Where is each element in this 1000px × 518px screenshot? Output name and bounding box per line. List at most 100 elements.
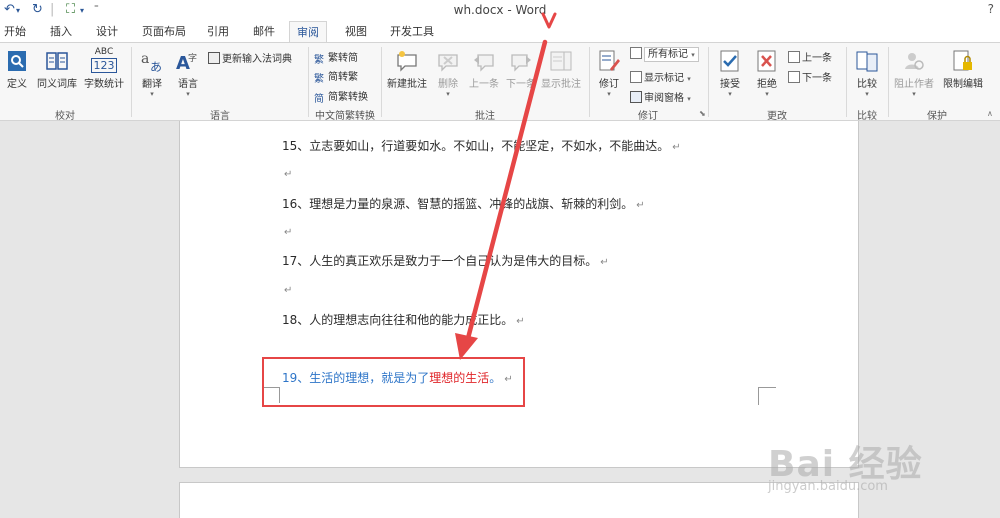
- abc-text: ABC: [94, 47, 114, 57]
- new-comment-button[interactable]: 新建批注: [384, 49, 430, 90]
- prev-comment-label: 上一条: [469, 79, 499, 90]
- tab-home[interactable]: 开始: [4, 23, 26, 39]
- margin-corner-right: [758, 387, 776, 405]
- word-count-icon: ABC 123: [91, 47, 117, 75]
- translate-button[interactable]: aあ 翻译 ▾: [136, 49, 168, 98]
- thesaurus-label: 同义词库: [37, 79, 77, 90]
- empty-paragraph-mark[interactable]: ↵: [284, 169, 292, 180]
- empty-paragraph-mark[interactable]: ↵: [284, 227, 292, 238]
- svg-text:あ: あ: [150, 60, 162, 73]
- ribbon: 定义 同义词库 ABC 123 字数统计 校对 aあ 翻译 ▾ A字 语言 ▾ …: [0, 42, 1000, 122]
- group-label-proofing: 校对: [55, 111, 75, 122]
- num-text: 123: [91, 58, 117, 73]
- next-comment-button[interactable]: 下一条: [503, 49, 539, 90]
- language-label: 语言: [178, 79, 198, 90]
- to-traditional-label: 繁转简: [328, 53, 358, 64]
- prev-change-button[interactable]: 上一条: [788, 49, 832, 64]
- empty-paragraph-mark[interactable]: ↵: [284, 285, 292, 296]
- review-pane-button[interactable]: 审阅窗格 ▾: [630, 89, 691, 104]
- prev-comment-button[interactable]: 上一条: [466, 49, 502, 90]
- accept-label: 接受: [720, 79, 740, 90]
- reject-icon: [757, 50, 776, 72]
- restrict-editing-button[interactable]: 限制编辑: [938, 49, 988, 90]
- accept-button[interactable]: 接受 ▾: [713, 49, 747, 98]
- convert-button[interactable]: 简简繁转换: [314, 88, 368, 106]
- next-change-label: 下一条: [802, 73, 832, 84]
- reject-dropdown-icon: ▾: [765, 90, 769, 98]
- paragraph-17[interactable]: 17、人生的真正欢乐是致力于一个自己认为是伟大的目标。 ↵: [282, 252, 609, 269]
- baidu-watermark: Bai 经验 jingyan.baidu.com: [764, 433, 994, 513]
- markup-combo-value: 所有标记: [648, 49, 688, 60]
- paragraph-15[interactable]: 15、立志要如山，行道要如水。不如山，不能坚定，不如水，不能曲达。 ↵: [282, 137, 681, 154]
- tab-insert[interactable]: 插入: [50, 23, 72, 39]
- help-button[interactable]: ?: [988, 2, 994, 16]
- block-authors-label: 阻止作者: [894, 79, 934, 90]
- next-change-button[interactable]: 下一条: [788, 69, 832, 84]
- update-ime-button[interactable]: 更新输入法词典: [208, 50, 292, 65]
- lock-icon: [953, 50, 972, 71]
- to-simplified-button[interactable]: 繁简转繁: [314, 68, 358, 86]
- show-comments-button[interactable]: 显示批注: [539, 49, 583, 90]
- define-button[interactable]: 定义: [3, 49, 31, 90]
- paragraph-18-text: 18、人的理想志向往往和他的能力成正比。: [282, 313, 514, 327]
- svg-text:a: a: [141, 51, 149, 67]
- group-label-changes: 更改: [767, 111, 787, 122]
- to-traditional-button[interactable]: 繁繁转简: [314, 49, 358, 67]
- show-comments-label: 显示批注: [541, 79, 581, 90]
- thesaurus-icon: [46, 52, 68, 70]
- language-button[interactable]: A字 语言 ▾: [172, 49, 204, 98]
- tracking-options-icon[interactable]: ⬊: [699, 109, 706, 118]
- block-dropdown-icon: ▾: [912, 90, 916, 98]
- convert-label: 简繁转换: [328, 92, 368, 103]
- prev-change-icon: [788, 51, 800, 63]
- show-markup-button[interactable]: 显示标记 ▾: [630, 69, 691, 84]
- track-changes-label: 修订: [599, 79, 619, 90]
- group-label-chinese: 中文简繁转换: [315, 111, 375, 122]
- next-page[interactable]: [179, 482, 859, 518]
- tab-view[interactable]: 视图: [345, 23, 367, 39]
- language-icon: A字: [176, 52, 197, 73]
- delete-comment-icon: [438, 54, 458, 72]
- tab-developer[interactable]: 开发工具: [390, 23, 434, 39]
- track-changes-button[interactable]: 修订 ▾: [594, 49, 624, 98]
- to-simplified-label: 简转繁: [328, 72, 358, 83]
- compare-button[interactable]: 比较 ▾: [850, 49, 884, 98]
- restrict-editing-label: 限制编辑: [943, 79, 983, 90]
- collapse-ribbon-icon[interactable]: ∧: [987, 109, 993, 118]
- compare-dropdown-icon: ▾: [865, 90, 869, 98]
- review-pane-icon: [630, 91, 642, 103]
- convert-icon: 简: [314, 94, 324, 105]
- tab-design[interactable]: 设计: [96, 23, 118, 39]
- paragraph-18[interactable]: 18、人的理想志向往往和他的能力成正比。 ↵: [282, 311, 525, 328]
- reject-button[interactable]: 拒绝 ▾: [750, 49, 784, 98]
- block-authors-button[interactable]: 阻止作者 ▾: [891, 49, 937, 98]
- prev-comment-icon: [474, 54, 494, 72]
- svg-text:字: 字: [188, 52, 197, 64]
- tab-mailings[interactable]: 邮件: [253, 23, 275, 39]
- paragraph-16-text: 16、理想是力量的泉源、智慧的摇篮、冲锋的战旗、斩棘的利剑。: [282, 197, 634, 211]
- paragraph-mark: ↵: [516, 316, 525, 327]
- delete-comment-button[interactable]: 删除 ▾: [432, 49, 464, 98]
- tab-review[interactable]: 审阅: [289, 21, 327, 43]
- group-label-tracking: 修订: [638, 111, 658, 122]
- thesaurus-button[interactable]: 同义词库: [34, 49, 80, 90]
- translate-dropdown-icon: ▾: [150, 90, 154, 98]
- markup-combo[interactable]: 所有标记 ▾: [630, 47, 699, 62]
- document-page[interactable]: 15、立志要如山，行道要如水。不如山，不能坚定，不如水，不能曲达。 ↵ ↵ 16、…: [179, 121, 859, 468]
- group-label-language: 语言: [210, 111, 230, 122]
- new-comment-label: 新建批注: [387, 79, 427, 90]
- tab-layout[interactable]: 页面布局: [142, 23, 186, 39]
- trad-convert-icon: 繁: [314, 55, 324, 66]
- translate-icon: aあ: [141, 51, 162, 73]
- tab-references[interactable]: 引用: [207, 23, 229, 39]
- paragraph-16[interactable]: 16、理想是力量的泉源、智慧的摇篮、冲锋的战旗、斩棘的利剑。 ↵: [282, 195, 645, 212]
- word-count-button[interactable]: ABC 123 字数统计: [82, 47, 126, 90]
- paragraph-17-text: 17、人生的真正欢乐是致力于一个自己认为是伟大的目标。: [282, 254, 598, 268]
- define-icon: [8, 51, 26, 71]
- paragraph-mark: ↵: [600, 257, 609, 268]
- paragraph-15-text: 15、立志要如山，行道要如水。不如山，不能坚定，不如水，不能曲达。: [282, 139, 670, 153]
- next-comment-label: 下一条: [506, 79, 536, 90]
- define-label: 定义: [7, 79, 27, 90]
- simp-convert-icon: 繁: [314, 74, 324, 85]
- translate-label: 翻译: [142, 79, 162, 90]
